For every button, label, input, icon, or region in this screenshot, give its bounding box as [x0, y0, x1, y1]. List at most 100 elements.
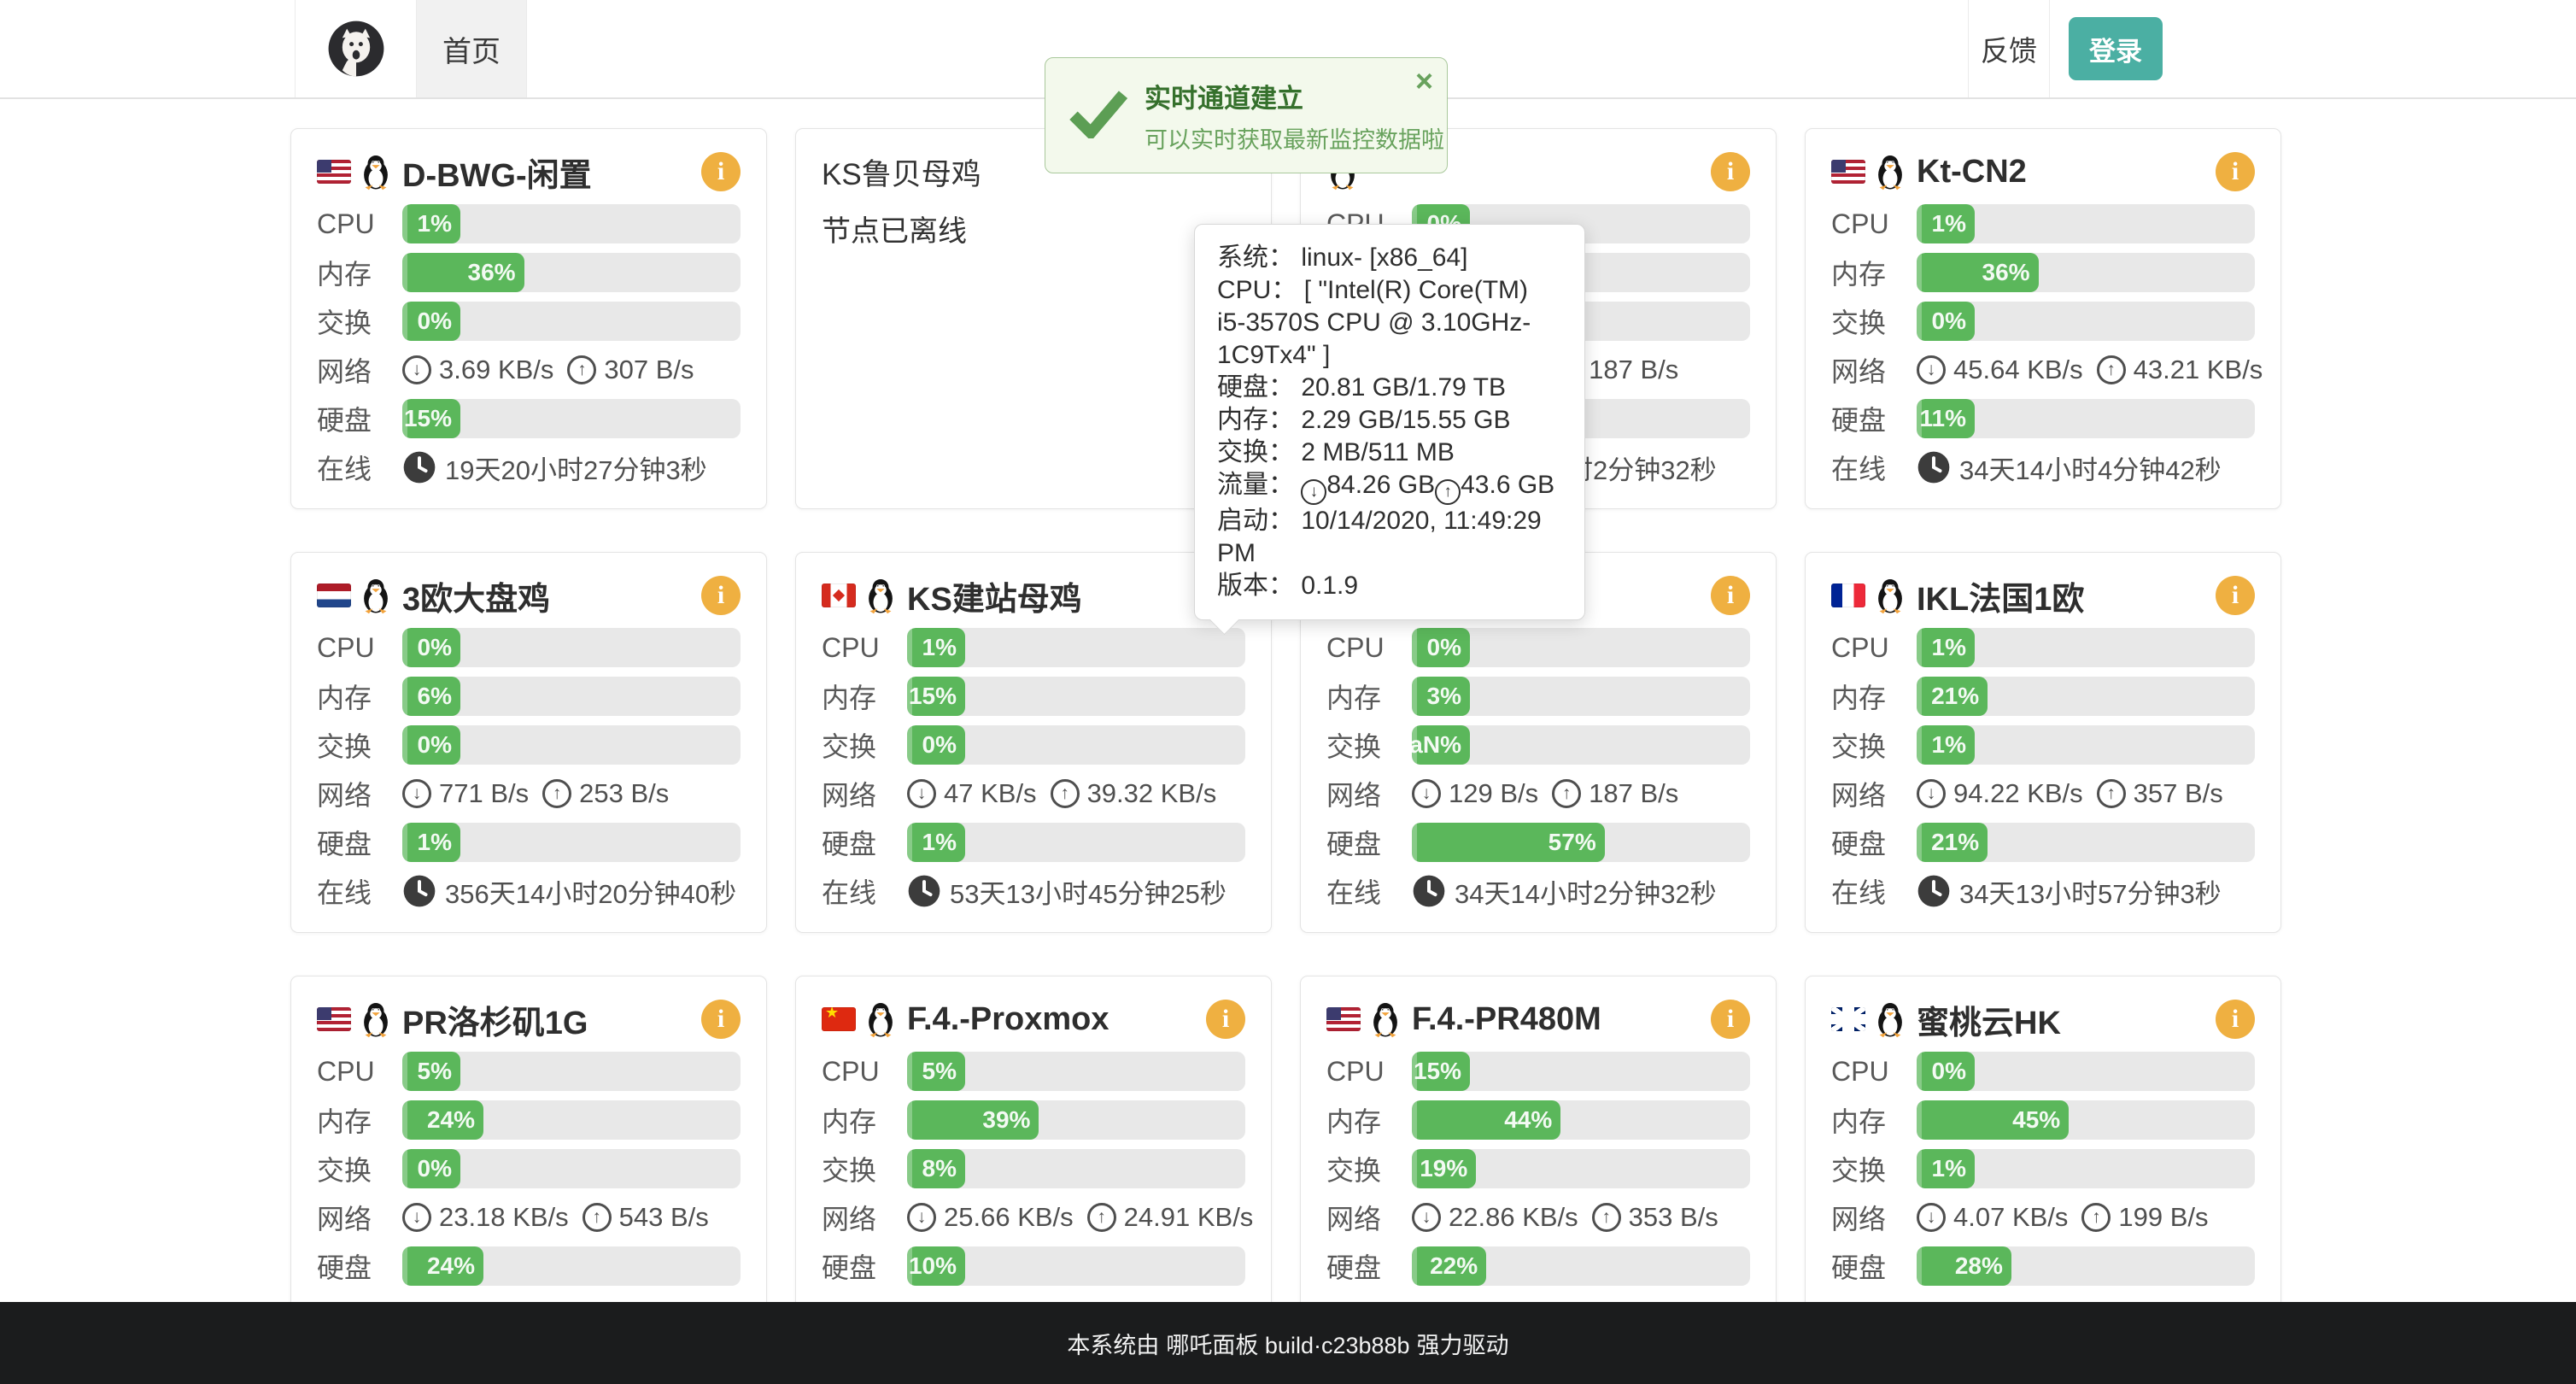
stat-label: 网络: [1831, 774, 1917, 813]
info-icon[interactable]: i: [701, 576, 741, 615]
stat-label: CPU: [1831, 208, 1917, 240]
memory-row: 内存45%: [1831, 1100, 2255, 1140]
download-speed: 23.18 KB/s: [439, 1202, 569, 1233]
tooltip-row: 内存： 2.29 GB/15.55 GB: [1217, 404, 1562, 437]
progress-value: 1%: [1932, 210, 1966, 238]
tooltip-row-label: 交换：: [1217, 438, 1301, 466]
card-title-row: KS建站母鸡i: [822, 572, 1245, 619]
progress-fill: 36%: [1917, 253, 2039, 292]
info-icon[interactable]: i: [701, 152, 741, 191]
server-name: PR洛杉矶1G: [402, 996, 701, 1043]
feedback-label: 反馈: [1981, 28, 2037, 69]
close-icon[interactable]: ×: [1415, 63, 1433, 99]
tooltip-row-label: 流量：: [1217, 471, 1301, 499]
network-row: 网络↓94.22 KB/s↑357 B/s: [1831, 774, 2255, 813]
tooltip-row: 版本： 0.1.9: [1217, 570, 1562, 602]
network-row: 网络↓23.18 KB/s↑543 B/s: [317, 1198, 741, 1237]
upload-speed: 253 B/s: [579, 778, 669, 809]
linux-tux-icon: [360, 1000, 392, 1039]
tooltip-row: CPU： [ "Intel(R) Core(TM) i5-3570S CPU @…: [1217, 274, 1562, 372]
feedback-link[interactable]: 反馈: [1968, 0, 2050, 97]
info-icon[interactable]: i: [701, 1000, 741, 1039]
progress-value: 0%: [418, 1155, 452, 1182]
progress-value: 24%: [427, 1252, 475, 1280]
info-icon[interactable]: i: [2216, 1000, 2255, 1039]
progress-fill: 1%: [1917, 204, 1975, 243]
network-values: ↓4.07 KB/s↑199 B/s: [1917, 1202, 2255, 1233]
download-speed: 22.86 KB/s: [1449, 1202, 1578, 1233]
stat-label: 网络: [1326, 1198, 1412, 1237]
country-flag-us: [317, 160, 351, 184]
login-button[interactable]: 登录: [2069, 17, 2163, 80]
upload-arrow-icon: ↑: [583, 1203, 612, 1232]
stat-label: CPU: [317, 1056, 402, 1088]
progress-track: 0%: [402, 1149, 741, 1188]
upload-speed: 39.32 KB/s: [1087, 778, 1217, 809]
progress-value: 1%: [1932, 634, 1966, 661]
info-icon[interactable]: i: [1711, 152, 1750, 191]
server-name: IKL法国1欧: [1917, 572, 2216, 619]
progress-track: 5%: [907, 1052, 1245, 1091]
server-name: F.4.-PR480M: [1412, 1001, 1711, 1038]
info-icon[interactable]: i: [2216, 576, 2255, 615]
cpu-row: CPU1%: [1831, 628, 2255, 667]
online-row: 在线19天20小时27分钟3秒: [317, 448, 741, 487]
progress-track: 0%: [1412, 628, 1750, 667]
download-speed: 3.69 KB/s: [439, 355, 553, 385]
info-icon[interactable]: i: [1711, 1000, 1750, 1039]
stat-label: 交换: [1326, 725, 1412, 765]
progress-value: 1%: [418, 210, 452, 238]
progress-value: 36%: [1982, 259, 2030, 286]
download-speed: 771 B/s: [439, 778, 529, 809]
memory-row: 内存6%: [317, 677, 741, 716]
logo-item[interactable]: [295, 0, 416, 97]
tooltip-row: 流量： ↓84.26 GB↑43.6 GB: [1217, 469, 1562, 505]
card-title-row: F.4.-PR480Mi: [1326, 995, 1750, 1043]
progress-fill: 45%: [1917, 1100, 2069, 1140]
linux-tux-icon: [360, 152, 392, 191]
site-logo-avatar[interactable]: [325, 18, 387, 79]
progress-fill: 10%: [907, 1246, 965, 1286]
progress-fill: 15%: [1412, 1052, 1470, 1091]
country-flag-us: [317, 1007, 351, 1031]
stat-label: 交换: [317, 1149, 402, 1188]
upload-speed: 187 B/s: [1589, 778, 1678, 809]
progress-track: 1%: [1917, 628, 2255, 667]
progress-fill: 8%: [907, 1149, 965, 1188]
download-speed: 129 B/s: [1449, 778, 1538, 809]
tooltip-rows: 系统： linux- [x86_64]CPU： [ "Intel(R) Core…: [1217, 242, 1562, 602]
upload-arrow-icon: ↑: [2081, 1203, 2111, 1232]
progress-track: 1%: [1917, 725, 2255, 765]
server-card: 3欧大盘鸡iCPU0%内存6%交换0%网络↓771 B/s↑253 B/s硬盘1…: [290, 552, 767, 933]
stat-label: 硬盘: [317, 1246, 402, 1286]
card-title-row: 3欧大盘鸡i: [317, 572, 741, 619]
linux-tux-icon: [1874, 1000, 1906, 1039]
progress-fill: 3%: [1412, 677, 1470, 716]
info-icon[interactable]: i: [2216, 152, 2255, 191]
footer-panel-link[interactable]: 哪吒面板 build·c23b88b: [1166, 1327, 1409, 1360]
stat-label: 内存: [317, 677, 402, 716]
card-title-row: IKL法国1欧i: [1831, 572, 2255, 619]
download-arrow-icon: ↓: [1301, 479, 1326, 505]
info-icon[interactable]: i: [1711, 576, 1750, 615]
tab-home[interactable]: 首页: [416, 0, 527, 97]
progress-fill: 0%: [1917, 302, 1975, 341]
stat-label: 网络: [317, 774, 402, 813]
progress-fill: 5%: [402, 1052, 460, 1091]
tooltip-row: 硬盘： 20.81 GB/1.79 TB: [1217, 372, 1562, 404]
info-icon[interactable]: i: [1206, 1000, 1245, 1039]
network-values: ↓94.22 KB/s↑357 B/s: [1917, 778, 2255, 809]
progress-fill: 1%: [1917, 725, 1975, 765]
progress-fill: 0%: [402, 1149, 460, 1188]
progress-value: 8%: [922, 1155, 957, 1182]
progress-value: 1%: [922, 634, 957, 661]
linux-tux-icon: [864, 1000, 897, 1039]
progress-track: NaN%: [1412, 725, 1750, 765]
stat-label: 硬盘: [822, 1246, 907, 1286]
network-row: 网络↓45.64 KB/s↑43.21 KB/s: [1831, 350, 2255, 390]
progress-fill: 57%: [1412, 823, 1605, 862]
progress-fill: 0%: [402, 725, 460, 765]
tooltip-row-label: 系统：: [1217, 243, 1301, 272]
network-values: ↓129 B/s↑187 B/s: [1412, 778, 1750, 809]
progress-fill: 24%: [402, 1100, 483, 1140]
